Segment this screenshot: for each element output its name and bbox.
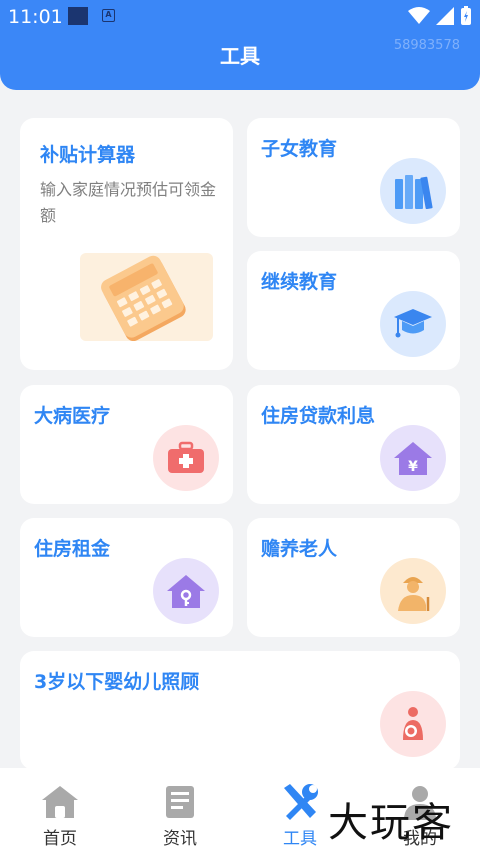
calculator-icon [80, 253, 213, 341]
notification-icon [68, 7, 88, 25]
status-bar: 11:01 A [0, 0, 480, 34]
elderly-support-card[interactable]: 赡养老人 [247, 518, 460, 637]
children-education-card[interactable]: 子女教育 [247, 118, 460, 237]
books-icon [380, 158, 446, 224]
mother-baby-icon [380, 691, 446, 757]
card-title: 赡养老人 [261, 538, 338, 560]
tab-home[interactable]: 首页 [0, 768, 120, 853]
card-title: 继续教育 [261, 271, 338, 293]
top-header: 11:01 A 工具 58983578 [0, 0, 480, 90]
housing-loan-interest-card[interactable]: 住房贷款利息 ¥ [247, 385, 460, 504]
tab-label: 资讯 [163, 829, 197, 849]
medical-kit-icon [153, 425, 219, 491]
battery-icon [461, 6, 471, 25]
card-title: 补贴计算器 [40, 144, 136, 166]
critical-illness-medical-card[interactable]: 大病医疗 [20, 385, 233, 504]
home-icon [40, 782, 80, 822]
housing-rent-card[interactable]: 住房租金 [20, 518, 233, 637]
svg-text:¥: ¥ [408, 459, 418, 475]
signal-icon [436, 7, 454, 25]
house-key-icon [153, 558, 219, 624]
tools-icon [280, 782, 320, 822]
status-indicators [408, 6, 472, 26]
watermark-text: 58983578 [393, 38, 460, 53]
status-time: 11:01 [8, 6, 63, 28]
graduation-cap-icon [380, 291, 446, 357]
tab-news[interactable]: 资讯 [120, 768, 240, 853]
wifi-icon [408, 7, 430, 24]
brand-watermark-logo: 大玩客 [328, 800, 454, 846]
continuing-education-card[interactable]: 继续教育 [247, 251, 460, 370]
card-title: 子女教育 [261, 138, 338, 160]
card-description: 输入家庭情况预估可领金额 [40, 180, 217, 225]
card-title: 3岁以下婴幼儿照顾 [34, 671, 200, 693]
app-badge-icon: A [102, 9, 115, 22]
card-title: 住房贷款利息 [261, 405, 376, 427]
elderly-person-icon [380, 558, 446, 624]
card-title: 大病医疗 [34, 405, 111, 427]
news-icon [160, 782, 200, 822]
card-title: 住房租金 [34, 538, 111, 560]
infant-care-card[interactable]: 3岁以下婴幼儿照顾 [20, 651, 460, 770]
tab-label: 首页 [43, 829, 77, 849]
house-yen-icon: ¥ [380, 425, 446, 491]
subsidy-calculator-card[interactable]: 补贴计算器 输入家庭情况预估可领金额 [20, 118, 233, 370]
